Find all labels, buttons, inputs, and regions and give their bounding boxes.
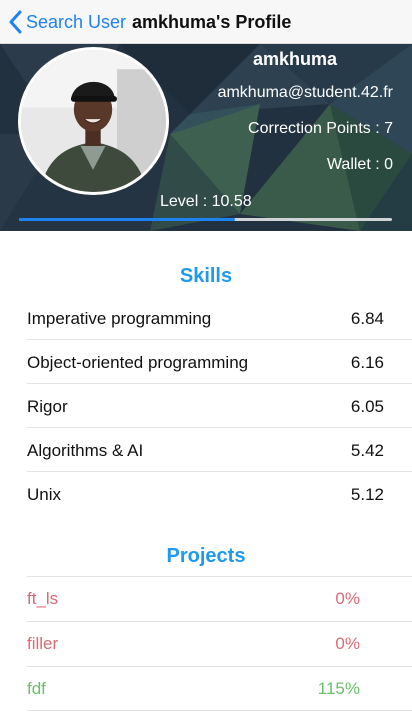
level-progress-bar xyxy=(19,218,392,221)
project-row[interactable]: filler 0% xyxy=(27,621,412,666)
project-row[interactable]: fdf 115% xyxy=(27,666,412,711)
skill-level: 5.12 xyxy=(350,485,384,504)
project-name: fdf xyxy=(27,679,46,698)
skill-name: Imperative programming xyxy=(27,309,212,328)
project-score: 0% xyxy=(335,634,360,653)
skill-name: Algorithms & AI xyxy=(27,441,144,460)
skills-title: Skills xyxy=(179,265,233,287)
skill-level: 5.42 xyxy=(350,441,384,460)
skill-row: Rigor 6.05 xyxy=(27,384,412,428)
avatar xyxy=(18,47,169,195)
project-row[interactable]: ft_ls 0% xyxy=(27,576,412,621)
page-title: amkhuma's Profile xyxy=(132,12,292,32)
skill-level: 6.84 xyxy=(350,309,384,328)
skill-name: Rigor xyxy=(27,397,68,416)
projects-title: Projects xyxy=(166,545,246,567)
profile-header: amkhuma amkhuma@student.42.fr Correction… xyxy=(0,44,412,231)
profile-photo xyxy=(21,50,166,192)
back-button[interactable]: Search User xyxy=(8,8,126,36)
level-progress-fill xyxy=(19,218,236,221)
skill-row: Imperative programming 6.84 xyxy=(27,296,412,340)
navigation-bar: Search User amkhuma's Profile xyxy=(0,0,412,44)
project-name: ft_ls xyxy=(27,589,59,608)
back-button-label: Search User xyxy=(26,11,127,32)
skill-name: Unix xyxy=(27,485,62,504)
project-name: filler xyxy=(27,634,59,653)
skill-row: Algorithms & AI 5.42 xyxy=(27,428,412,472)
profile-login: amkhuma xyxy=(252,49,337,69)
level-label: Level : 10.58 xyxy=(160,193,252,210)
wallet: Wallet : 0 xyxy=(326,156,393,173)
project-score: 0% xyxy=(335,589,360,608)
profile-email: amkhuma@student.42.fr xyxy=(217,84,393,101)
skill-level: 6.05 xyxy=(350,397,384,416)
skill-row: Unix 5.12 xyxy=(27,472,412,516)
chevron-left-icon xyxy=(9,10,22,34)
skill-row: Object-oriented programming 6.16 xyxy=(27,340,412,384)
project-score: 115% xyxy=(317,679,360,698)
correction-points: Correction Points : 7 xyxy=(248,120,393,137)
skill-level: 6.16 xyxy=(350,353,384,372)
skill-name: Object-oriented programming xyxy=(27,353,249,372)
